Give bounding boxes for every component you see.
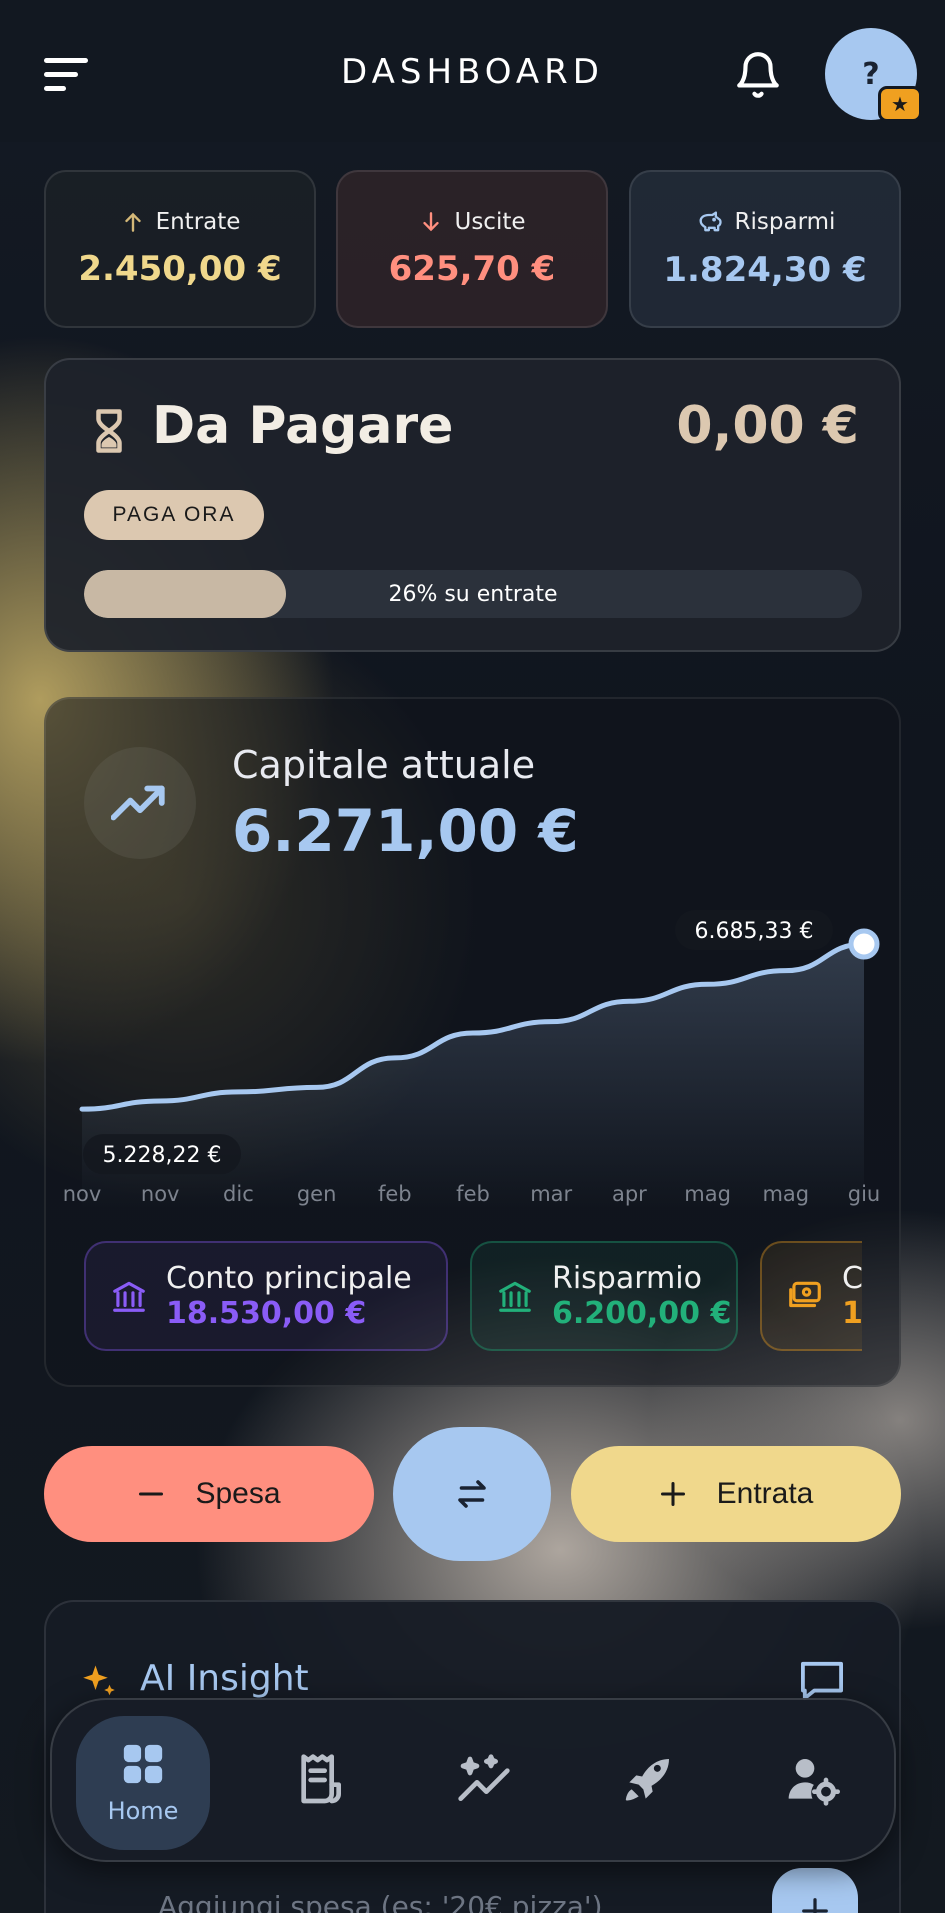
account-chip-savings[interactable]: Risparmio 6.200,00 € xyxy=(470,1241,738,1351)
sparkle-chart-icon[interactable] xyxy=(456,1752,512,1808)
x-tick-label: mar xyxy=(530,1182,572,1206)
arrow-down-icon xyxy=(423,212,440,232)
bottom-navigation: Home xyxy=(50,1698,896,1862)
account-balance: 18.530,00 € xyxy=(166,1296,367,1331)
x-tick-label: dic xyxy=(223,1182,254,1206)
transfer-button[interactable] xyxy=(393,1427,551,1561)
add-expense-button[interactable]: Spesa xyxy=(44,1446,374,1542)
x-tick-label: feb xyxy=(456,1182,490,1206)
x-tick-label: giu xyxy=(848,1182,880,1206)
chat-icon[interactable] xyxy=(799,1660,845,1702)
nav-home-label: Home xyxy=(107,1797,179,1825)
expenses-value: 625,70 € xyxy=(388,249,556,289)
chart-start-label: 5.228,22 € xyxy=(103,1143,222,1168)
x-tick-label: nov xyxy=(63,1182,102,1206)
savings-stat-card[interactable]: Risparmi 1.824,30 € xyxy=(629,170,901,328)
add-income-label: Entrata xyxy=(716,1477,814,1510)
expenses-label: Uscite xyxy=(454,209,526,235)
bell-icon[interactable] xyxy=(733,50,783,100)
progress-label: 26% su entrate xyxy=(388,581,558,607)
account-name: Risparmio xyxy=(552,1261,702,1296)
account-balance: 6.200,00 € xyxy=(552,1296,732,1331)
hourglass-icon xyxy=(96,409,122,453)
account-chip-cash[interactable]: Contanti 18 xyxy=(760,1241,862,1351)
account-chip-main[interactable]: Conto principale 18.530,00 € xyxy=(84,1241,448,1351)
bank-icon xyxy=(113,1281,145,1312)
rocket-icon[interactable] xyxy=(620,1752,676,1808)
x-tick-label: nov xyxy=(141,1182,180,1206)
x-tick-label: mag xyxy=(684,1182,731,1206)
capital-card: Capitale attuale 6.271,00 € 6.685,33 €5.… xyxy=(44,697,901,1387)
x-tick-label: apr xyxy=(612,1182,647,1206)
account-name: Conto principale xyxy=(166,1261,412,1296)
income-label: Entrate xyxy=(155,209,241,235)
to-pay-amount: 0,00 € xyxy=(676,396,859,456)
cash-icon xyxy=(789,1281,821,1308)
bank-icon xyxy=(499,1281,531,1312)
user-settings-icon[interactable] xyxy=(784,1752,840,1808)
income-stat-card[interactable]: Entrate 2.450,00 € xyxy=(44,170,316,328)
grid-icon xyxy=(123,1744,163,1784)
swap-arrows-icon xyxy=(458,1480,486,1508)
page-title: DASHBOARD xyxy=(341,52,604,92)
x-tick-label: gen xyxy=(297,1182,337,1206)
add-expense-label: Spesa xyxy=(195,1477,281,1510)
account-name: Contanti xyxy=(842,1261,862,1296)
x-tick-label: mag xyxy=(762,1182,809,1206)
savings-label: Risparmi xyxy=(734,209,836,235)
chart-end-point[interactable] xyxy=(848,928,880,960)
arrow-up-icon xyxy=(124,212,141,232)
ai-expense-input[interactable]: Aggiungi spesa (es: '20€ pizza') xyxy=(78,1870,778,1913)
pay-now-button[interactable]: PAGA ORA xyxy=(84,490,264,540)
plus-icon xyxy=(802,1898,828,1913)
to-pay-progress-bar: 26% su entrate xyxy=(84,570,862,618)
plus-icon xyxy=(660,1481,685,1507)
receipt-icon[interactable] xyxy=(292,1752,348,1808)
ai-add-button[interactable] xyxy=(772,1868,858,1913)
to-pay-title: Da Pagare xyxy=(152,396,454,456)
minus-icon xyxy=(139,1492,164,1496)
top-app-bar: DASHBOARD ? ★ xyxy=(0,0,945,142)
nav-home[interactable]: Home xyxy=(76,1716,210,1850)
to-pay-card: Da Pagare 0,00 € PAGA ORA 26% su entrate xyxy=(44,358,901,652)
savings-value: 1.824,30 € xyxy=(663,250,867,290)
ai-insight-title: AI Insight xyxy=(140,1658,309,1699)
income-value: 2.450,00 € xyxy=(78,249,282,289)
capital-chart: 6.685,33 €5.228,22 €nov nov dic gen feb feb ma… xyxy=(63,909,880,1209)
add-income-button[interactable]: Entrata xyxy=(571,1446,901,1542)
account-chips: Conto principale 18.530,00 € Risparmio 6… xyxy=(84,1241,862,1353)
x-tick-label: feb xyxy=(378,1182,412,1206)
piggy-bank-icon xyxy=(699,211,722,232)
expenses-stat-card[interactable]: Uscite 625,70 € xyxy=(336,170,608,328)
chart-end-label: 6.685,33 € xyxy=(695,919,814,944)
account-balance: 18 xyxy=(842,1296,862,1331)
star-badge-icon: ★ xyxy=(878,86,922,122)
